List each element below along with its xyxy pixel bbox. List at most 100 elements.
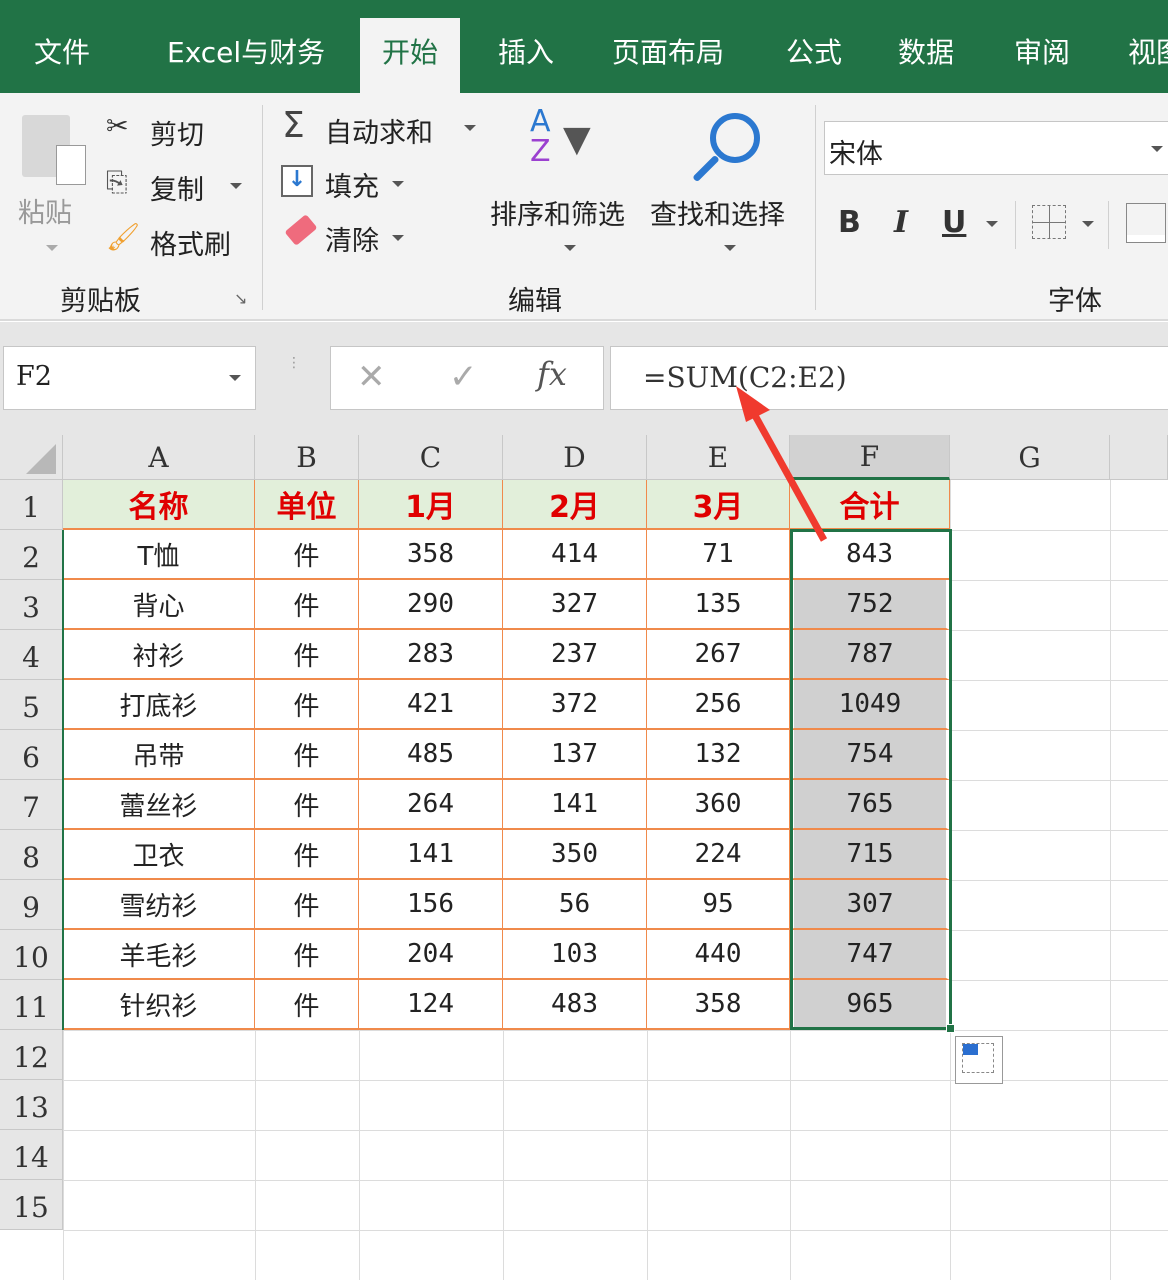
data-cell[interactable]: 283	[359, 630, 503, 680]
row-header-9[interactable]: 9	[0, 880, 63, 930]
enter-check-icon[interactable]: ✓	[449, 357, 478, 397]
data-cell[interactable]: 327	[503, 580, 647, 630]
data-cell[interactable]: 衬衫	[63, 630, 255, 680]
data-cell[interactable]: 卫衣	[63, 830, 255, 880]
data-cell[interactable]: 124	[359, 980, 503, 1030]
data-cell[interactable]: 件	[255, 780, 359, 830]
tab-8[interactable]: 视图	[1106, 18, 1168, 93]
data-cell[interactable]: T恤	[63, 530, 255, 580]
data-cell[interactable]: 蕾丝衫	[63, 780, 255, 830]
tab-5[interactable]: 公式	[764, 18, 864, 93]
quick-analysis-button[interactable]	[955, 1036, 1003, 1084]
data-cell[interactable]: 95	[647, 880, 790, 930]
insert-function-button[interactable]: fx	[537, 355, 567, 393]
row-header-14[interactable]: 14	[0, 1130, 63, 1180]
data-cell[interactable]: 针织衫	[63, 980, 255, 1030]
row-header-7[interactable]: 7	[0, 780, 63, 830]
row-header-12[interactable]: 12	[0, 1030, 63, 1080]
data-cell[interactable]: 件	[255, 730, 359, 780]
row-header-11[interactable]: 11	[0, 980, 63, 1030]
data-cell[interactable]: 71	[647, 530, 790, 580]
cancel-icon[interactable]: ✕	[357, 357, 386, 397]
header-cell[interactable]: 3月	[647, 480, 790, 530]
row-header-15[interactable]: 15	[0, 1180, 63, 1230]
header-cell[interactable]: 合计	[790, 480, 950, 530]
data-cell[interactable]: 264	[359, 780, 503, 830]
bold-button[interactable]: B	[838, 205, 861, 240]
fill-color-icon[interactable]	[1126, 203, 1166, 243]
row-header-5[interactable]: 5	[0, 680, 63, 730]
row-header-3[interactable]: 3	[0, 580, 63, 630]
data-cell[interactable]: 141	[359, 830, 503, 880]
data-cell[interactable]: 件	[255, 930, 359, 980]
data-cell[interactable]: 件	[255, 830, 359, 880]
copy-button[interactable]: 复制	[150, 168, 204, 207]
data-cell[interactable]: 485	[359, 730, 503, 780]
data-cell[interactable]: 吊带	[63, 730, 255, 780]
header-cell[interactable]: 单位	[255, 480, 359, 530]
row-header-10[interactable]: 10	[0, 930, 63, 980]
formula-input[interactable]: =SUM(C2:E2)	[610, 346, 1168, 410]
column-header-extra[interactable]	[1110, 435, 1168, 480]
clear-button[interactable]: 清除	[325, 219, 379, 258]
dialog-launcher-icon[interactable]: ↘	[234, 289, 247, 308]
row-header-1[interactable]: 1	[0, 480, 63, 530]
data-cell[interactable]: 件	[255, 680, 359, 730]
column-header-F[interactable]: F	[790, 435, 950, 480]
column-header-D[interactable]: D	[503, 435, 647, 480]
name-box[interactable]: F2	[3, 346, 256, 410]
italic-button[interactable]: I	[894, 205, 908, 240]
borders-icon[interactable]	[1032, 205, 1066, 239]
autosum-button[interactable]: 自动求和	[325, 111, 433, 150]
tab-0[interactable]: 文件	[12, 18, 112, 93]
header-cell[interactable]: 名称	[63, 480, 255, 530]
select-all-corner[interactable]	[0, 435, 63, 480]
row-header-13[interactable]: 13	[0, 1080, 63, 1130]
data-cell[interactable]: 290	[359, 580, 503, 630]
data-cell[interactable]: 483	[503, 980, 647, 1030]
data-cell[interactable]: 414	[503, 530, 647, 580]
data-cell[interactable]: 132	[647, 730, 790, 780]
data-cell[interactable]: 141	[503, 780, 647, 830]
data-cell[interactable]: 件	[255, 530, 359, 580]
font-name-select[interactable]: 宋体	[824, 121, 1168, 175]
row-header-6[interactable]: 6	[0, 730, 63, 780]
header-cell[interactable]: 1月	[359, 480, 503, 530]
row-header-4[interactable]: 4	[0, 630, 63, 680]
data-cell[interactable]: 件	[255, 880, 359, 930]
data-cell[interactable]: 358	[359, 530, 503, 580]
data-cell[interactable]: 56	[503, 880, 647, 930]
data-cell[interactable]: 350	[503, 830, 647, 880]
underline-button[interactable]: U	[942, 205, 966, 240]
tab-1[interactable]: Excel与财务	[145, 18, 347, 93]
tab-6[interactable]: 数据	[876, 18, 976, 93]
data-cell[interactable]: 421	[359, 680, 503, 730]
data-cell[interactable]: 440	[647, 930, 790, 980]
cut-button[interactable]: 剪切	[150, 113, 204, 152]
tab-7[interactable]: 审阅	[992, 18, 1092, 93]
row-header-2[interactable]: 2	[0, 530, 63, 580]
data-cell[interactable]: 256	[647, 680, 790, 730]
column-header-B[interactable]: B	[255, 435, 359, 480]
column-header-G[interactable]: G	[950, 435, 1110, 480]
find-select-button[interactable]: 查找和选择	[650, 193, 785, 232]
data-cell[interactable]: 135	[647, 580, 790, 630]
data-cell[interactable]: 打底衫	[63, 680, 255, 730]
tab-4[interactable]: 页面布局	[590, 18, 746, 93]
data-cell[interactable]: 156	[359, 880, 503, 930]
paste-button[interactable]: 粘贴	[18, 191, 72, 230]
tab-2[interactable]: 开始	[360, 18, 461, 93]
data-cell[interactable]: 204	[359, 930, 503, 980]
data-cell[interactable]: 背心	[63, 580, 255, 630]
fill-button[interactable]: 填充	[325, 165, 379, 204]
resize-handle[interactable]: ⋮	[287, 356, 301, 370]
data-cell[interactable]: 267	[647, 630, 790, 680]
data-cell[interactable]: 雪纺衫	[63, 880, 255, 930]
sort-filter-button[interactable]: 排序和筛选	[490, 193, 625, 232]
data-cell[interactable]: 件	[255, 630, 359, 680]
fill-handle[interactable]	[946, 1024, 955, 1033]
data-cell[interactable]: 羊毛衫	[63, 930, 255, 980]
row-header-8[interactable]: 8	[0, 830, 63, 880]
data-cell[interactable]: 237	[503, 630, 647, 680]
data-cell[interactable]: 件	[255, 580, 359, 630]
